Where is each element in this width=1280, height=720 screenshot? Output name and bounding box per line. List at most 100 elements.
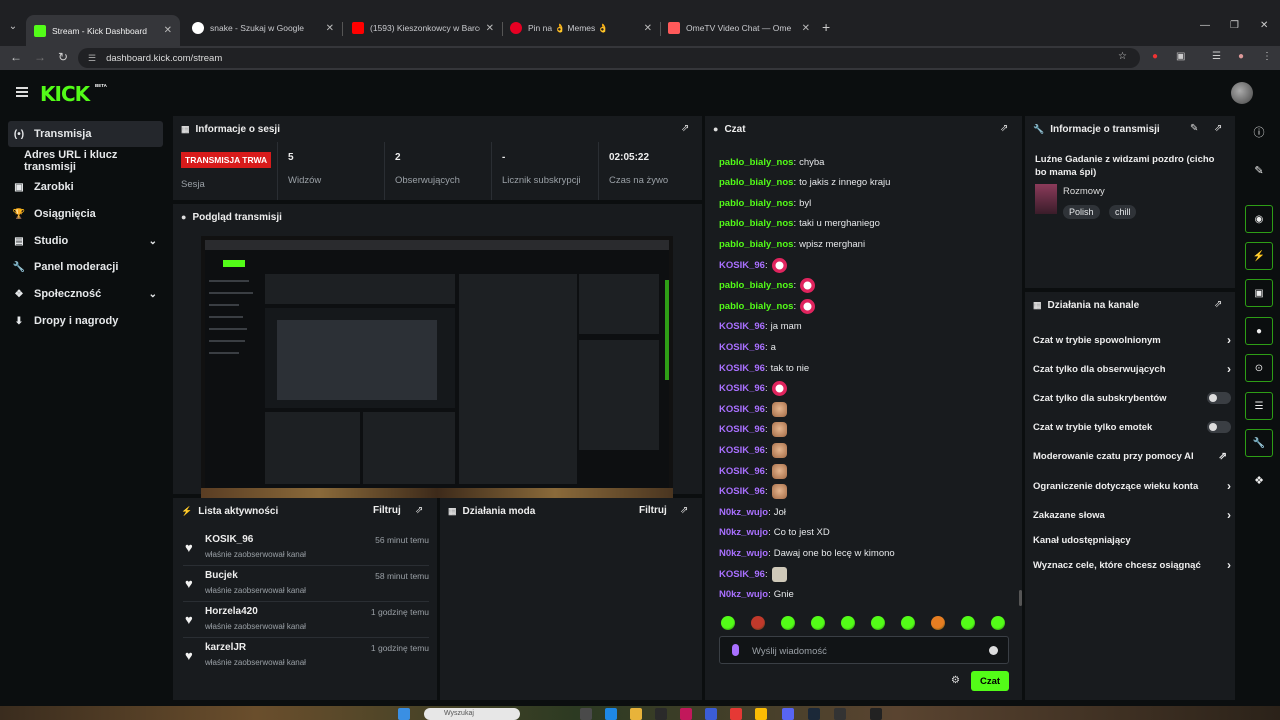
chat-username[interactable]: N0kz_wujo	[719, 527, 768, 538]
browser-tab-0[interactable]: Stream - Kick Dashboard ✕	[26, 15, 180, 46]
close-tab-icon[interactable]: ✕	[326, 23, 334, 34]
filter-button[interactable]: Filtruj	[639, 505, 667, 516]
taskbar-app-icon[interactable]	[580, 708, 592, 720]
site-settings-icon[interactable]: ☰	[88, 53, 96, 64]
lightning-icon[interactable]: ⚡	[1245, 242, 1273, 270]
bookmark-star-icon[interactable]: ☆	[1118, 51, 1127, 62]
chat-username[interactable]: KOSIK_96	[719, 260, 765, 271]
chat-username[interactable]: KOSIK_96	[719, 383, 765, 394]
steam-icon[interactable]	[808, 708, 820, 720]
gear-icon[interactable]: ⚙	[951, 675, 960, 686]
browser-tab-1[interactable]: snake - Szukaj w Google ✕	[184, 17, 342, 39]
chat-username[interactable]: N0kz_wujo	[719, 548, 768, 559]
extension-icon[interactable]: ●	[1152, 51, 1158, 62]
taskbar-app-icon[interactable]	[705, 708, 717, 720]
action-set-goals[interactable]: Wyznacz cele, które chcesz osiągnąć ›	[1033, 552, 1231, 578]
sidebar-item-osiagniecia[interactable]: 🏆 Osiągnięcia	[8, 201, 163, 227]
emote-picker-icon[interactable]	[781, 616, 795, 630]
media-icon[interactable]: ☰	[1212, 51, 1221, 62]
menu-icon[interactable]	[16, 87, 28, 97]
emote-picker-icon[interactable]	[931, 616, 945, 630]
chat-input-box[interactable]	[719, 636, 1009, 664]
chat-username[interactable]: KOSIK_96	[719, 321, 765, 332]
chat-username[interactable]: KOSIK_96	[719, 363, 765, 374]
taskbar-app-icon[interactable]	[870, 708, 882, 720]
chat-username[interactable]: KOSIK_96	[719, 445, 765, 456]
expand-icon[interactable]: ⇗	[1214, 123, 1222, 134]
sidebar-item-spolecznosc[interactable]: ❖ Społeczność ⌄	[8, 281, 163, 307]
sidebar-item-dropy[interactable]: ⬇ Dropy i nagrody	[8, 308, 163, 334]
maximize-icon[interactable]: ❐	[1230, 20, 1239, 31]
toggle-switch[interactable]	[1207, 421, 1231, 433]
sidebar-item-studio[interactable]: ▤ Studio ⌄	[8, 228, 163, 254]
taskbar-app-icon[interactable]	[680, 708, 692, 720]
info-icon[interactable]: ⓘ	[1245, 118, 1273, 146]
emote-picker-icon[interactable]	[841, 616, 855, 630]
activity-user[interactable]: Horzela420	[205, 606, 258, 617]
activity-user[interactable]: KOSIK_96	[205, 534, 253, 545]
chat-message-input[interactable]	[752, 643, 982, 659]
avatar[interactable]	[1231, 82, 1253, 104]
edit-pencil-icon[interactable]: ✎	[1245, 156, 1273, 184]
emote-picker-icon[interactable]	[811, 616, 825, 630]
emote-picker-icon[interactable]	[961, 616, 975, 630]
action-banned-words[interactable]: Zakazane słowa ›	[1033, 502, 1231, 528]
chat-username[interactable]: pablo_bialy_nos	[719, 280, 793, 291]
taskbar-app-icon[interactable]	[834, 708, 846, 720]
chat-username[interactable]: KOSIK_96	[719, 486, 765, 497]
toggle-switch[interactable]	[1207, 392, 1231, 404]
sidebar-item-panel-moderacji[interactable]: 🔧 Panel moderacji	[8, 254, 163, 280]
emote-picker-icon[interactable]	[721, 616, 735, 630]
stream-preview-video[interactable]	[201, 236, 673, 498]
address-bar[interactable]: ☰ dashboard.kick.com/stream	[78, 48, 1140, 68]
discord-icon[interactable]	[782, 708, 794, 720]
reload-icon[interactable]: ↻	[58, 50, 68, 64]
close-tab-icon[interactable]: ✕	[164, 25, 172, 36]
forward-icon[interactable]: →	[34, 50, 46, 64]
wrench-icon[interactable]: 🔧	[1245, 429, 1273, 457]
expand-icon[interactable]: ⇗	[1214, 299, 1222, 310]
emote-picker-icon[interactable]	[751, 616, 765, 630]
minimize-icon[interactable]: —	[1200, 20, 1210, 31]
action-host-channel[interactable]: Kanał udostępniający	[1033, 527, 1231, 553]
taskbar-search[interactable]: Wyszukaj	[424, 708, 520, 720]
send-chat-button[interactable]: Czat	[971, 671, 1009, 691]
chat-username[interactable]: pablo_bialy_nos	[719, 177, 793, 188]
tab-search-icon[interactable]: ⌄	[4, 18, 22, 36]
close-tab-icon[interactable]: ✕	[486, 23, 494, 34]
expand-icon[interactable]: ⇗	[415, 505, 423, 516]
folder-icon[interactable]	[630, 708, 642, 720]
sidebar-item-transmisja[interactable]: (•) Transmisja	[8, 121, 163, 147]
expand-icon[interactable]: ⇗	[680, 505, 688, 516]
browser-tab-4[interactable]: OmeTV Video Chat — Ome ✕	[660, 17, 818, 39]
new-tab-icon[interactable]: +	[822, 19, 830, 35]
microphone-icon[interactable]	[732, 644, 739, 656]
windows-start-icon[interactable]	[398, 708, 410, 720]
edit-pencil-icon[interactable]: ✎	[1190, 123, 1198, 134]
document-icon[interactable]: ▣	[1245, 279, 1273, 307]
chat-username[interactable]: N0kz_wujo	[719, 507, 768, 518]
community-icon[interactable]: ❖	[1245, 466, 1273, 494]
emote-picker-icon[interactable]	[991, 616, 1005, 630]
chat-username[interactable]: pablo_bialy_nos	[719, 301, 793, 312]
browser-tab-2[interactable]: (1593) Kieszonkowcy w Barcelo ✕	[344, 17, 502, 39]
close-tab-icon[interactable]: ✕	[802, 23, 810, 34]
broadcast-icon[interactable]: ⊙	[1245, 354, 1273, 382]
taskbar-app-icon[interactable]	[730, 708, 742, 720]
taskbar-app-icon[interactable]	[655, 708, 667, 720]
chat-username[interactable]: KOSIK_96	[719, 466, 765, 477]
chat-username[interactable]: pablo_bialy_nos	[719, 157, 793, 168]
chat-bubble-icon[interactable]: ●	[1245, 317, 1273, 345]
list-icon[interactable]: ☰	[1245, 392, 1273, 420]
chrome-icon[interactable]	[755, 708, 767, 720]
profile-icon[interactable]: ●	[1238, 51, 1244, 62]
filter-button[interactable]: Filtruj	[373, 505, 401, 516]
kick-logo[interactable]: KICK	[40, 82, 90, 106]
category-name[interactable]: Rozmowy	[1063, 186, 1105, 197]
emote-picker-icon[interactable]	[901, 616, 915, 630]
expand-icon[interactable]: ⇗	[1000, 123, 1008, 134]
chat-username[interactable]: KOSIK_96	[719, 424, 765, 435]
chat-username[interactable]: pablo_bialy_nos	[719, 218, 793, 229]
close-tab-icon[interactable]: ✕	[644, 23, 652, 34]
action-slow-mode[interactable]: Czat w trybie spowolnionym ›	[1033, 327, 1231, 353]
